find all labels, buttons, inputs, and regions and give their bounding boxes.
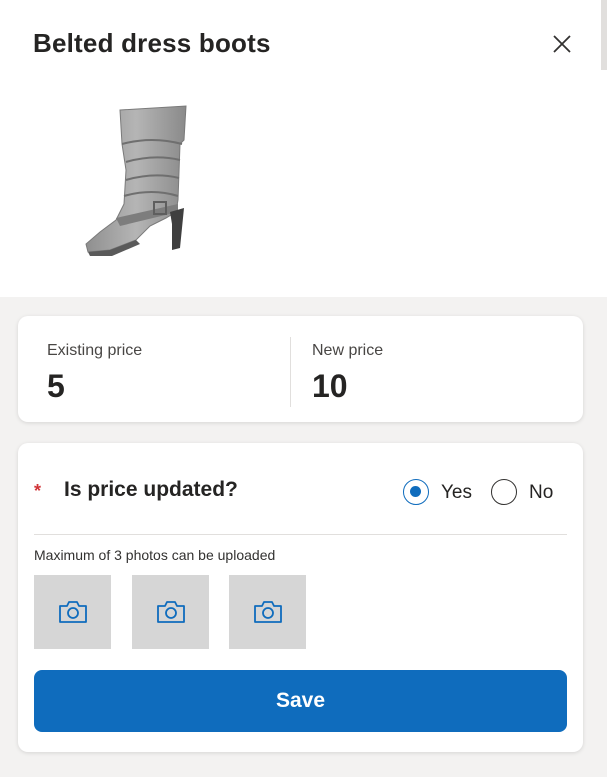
page-title: Belted dress boots — [33, 28, 271, 58]
header-panel: Belted dress boots — [0, 0, 607, 297]
save-button[interactable]: Save — [34, 670, 567, 732]
boot-image — [85, 105, 187, 256]
photo-upload-slot-3[interactable] — [229, 575, 306, 649]
photo-limit-note: Maximum of 3 photos can be uploaded — [34, 547, 276, 563]
existing-price-label: Existing price — [47, 342, 143, 359]
radio-no-circle[interactable] — [491, 479, 517, 505]
required-marker: * — [34, 481, 42, 501]
close-icon[interactable] — [550, 32, 574, 56]
form-divider — [34, 534, 567, 535]
price-updated-question: Is price updated? — [64, 478, 238, 501]
new-price-label: New price — [312, 342, 384, 359]
radio-yes-circle[interactable] — [403, 479, 429, 505]
scrollbar[interactable] — [601, 0, 607, 70]
radio-yes-label[interactable]: Yes — [441, 482, 472, 504]
radio-selected-dot — [410, 486, 421, 497]
camera-icon — [157, 601, 185, 623]
price-card: Existing price 5 New price 10 — [18, 316, 583, 422]
photo-upload-slot-1[interactable] — [34, 575, 111, 649]
existing-price-value: 5 — [47, 368, 65, 404]
camera-icon — [59, 601, 87, 623]
price-divider — [290, 337, 291, 407]
new-price-value: 10 — [312, 368, 348, 404]
photo-upload-slot-2[interactable] — [132, 575, 209, 649]
radio-no-label[interactable]: No — [529, 482, 553, 504]
camera-icon — [254, 601, 282, 623]
form-card: * Is price updated? Yes No Maximum of 3 … — [18, 443, 583, 752]
